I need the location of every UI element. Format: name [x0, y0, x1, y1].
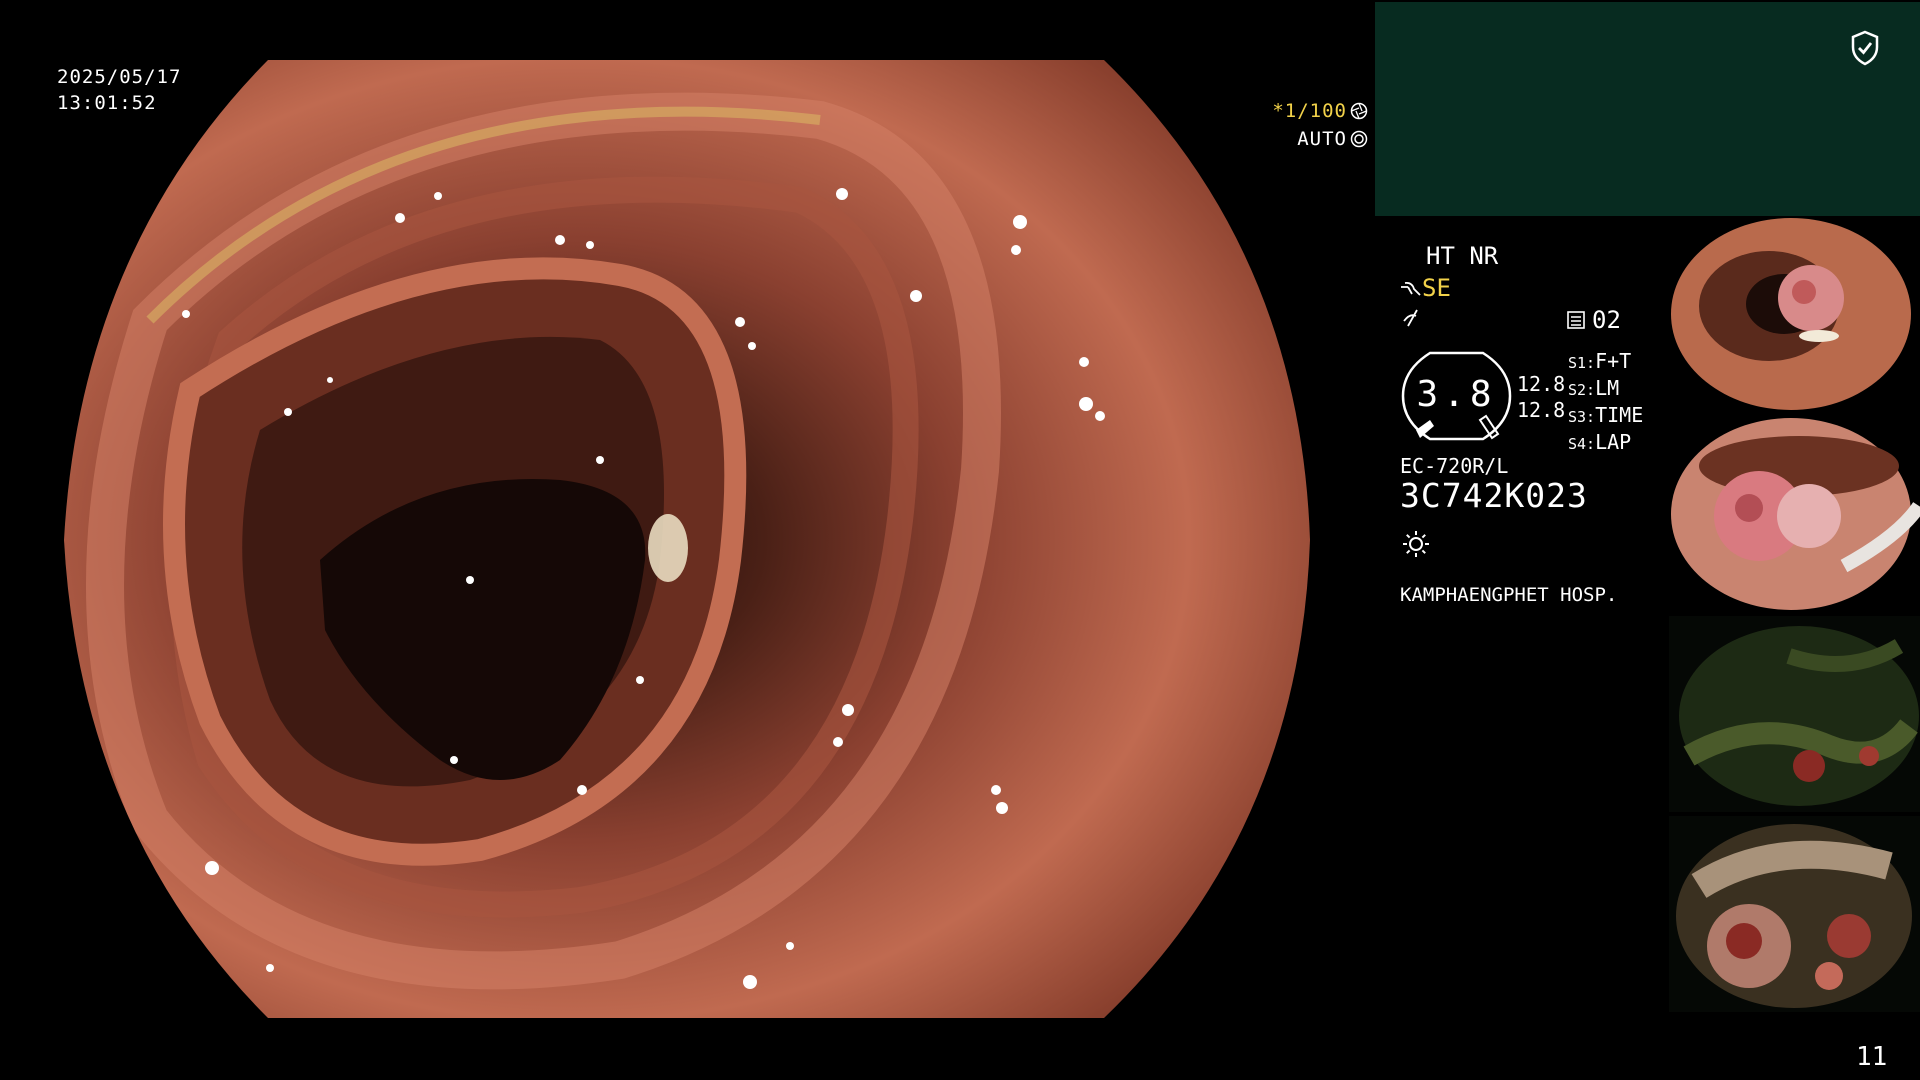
structure-setting: 02 — [1566, 306, 1621, 334]
datetime-overlay: 2025/05/17 13:01:52 — [57, 64, 181, 116]
scope-icon — [1401, 281, 1421, 296]
shutter-speed: *1/100 — [1272, 100, 1347, 122]
memory-icon — [1567, 311, 1585, 329]
edge-icon — [1403, 309, 1418, 327]
light-indicator — [1402, 530, 1430, 564]
light-icon — [1403, 531, 1429, 557]
shield-check-icon — [1851, 30, 1879, 66]
aperture-icon — [1350, 102, 1368, 120]
gauge-sub-values: 12.8 12.8 — [1517, 371, 1565, 423]
date-text: 2025/05/17 — [57, 66, 182, 88]
endoscopy-screen: 2025/05/17 13:01:52 *1/100 AUTO HT NR SE… — [0, 0, 1920, 1080]
hospital-name: KAMPHAENGPHET HOSP. — [1400, 584, 1618, 606]
scope-model: EC-720R/L — [1400, 454, 1509, 478]
switch-s4: S4:LAP — [1568, 430, 1632, 454]
sub-value-1: 12.8 — [1517, 372, 1566, 396]
endoscopic-view — [0, 0, 1372, 1080]
colon-lumen-image — [64, 60, 1310, 1018]
time-text: 13:01:52 — [57, 92, 157, 114]
edge-indicator — [1402, 306, 1422, 334]
iris-mode: AUTO — [1297, 128, 1347, 150]
switch-s2: S2:LM — [1568, 376, 1620, 400]
iris-icon — [1350, 130, 1368, 148]
structure-value: 02 — [1592, 306, 1621, 334]
switch-s1: S1:F+T — [1568, 349, 1632, 373]
mode-text: SE — [1422, 274, 1451, 302]
page-number: 11 — [1856, 1042, 1888, 1072]
gauge-value: 3.8 — [1416, 374, 1497, 415]
enhancement-label: HT NR — [1426, 242, 1499, 270]
thumbnail-2[interactable] — [1669, 416, 1920, 612]
sub-value-2: 12.8 — [1517, 398, 1566, 422]
scope-serial: 3C742K023 — [1400, 476, 1588, 515]
scope-settings-overlay: *1/100 AUTO — [1272, 98, 1368, 154]
thumbnail-3[interactable] — [1669, 616, 1920, 812]
switch-s3: S3:TIME — [1568, 403, 1644, 427]
thumbnail-1[interactable] — [1669, 216, 1920, 412]
status-panel — [1375, 2, 1920, 216]
switch-assignments: S1:F+T S2:LM S3:TIME S4:LAP — [1568, 349, 1643, 457]
thumbnail-4[interactable] — [1669, 816, 1920, 1012]
scope-mode: SE — [1400, 274, 1451, 302]
